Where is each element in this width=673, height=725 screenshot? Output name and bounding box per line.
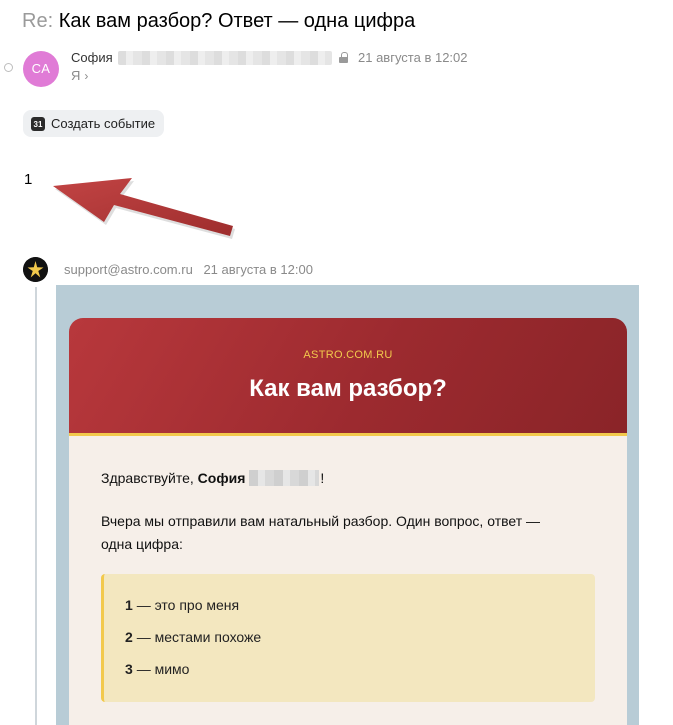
recipient-toggle[interactable]: Я › [71, 68, 88, 83]
quoted-sender[interactable]: support@astro.com.ru 21 августа в 12:00 [64, 262, 313, 277]
option-item: 1 — это про меня [125, 597, 239, 613]
brand-label: ASTRO.COM.RU [303, 349, 393, 361]
create-event-label: Создать событие [51, 116, 156, 131]
email-heading: Как вам разбор? [249, 375, 447, 402]
greeting-name: София [197, 470, 246, 486]
recipient-label: Я [71, 68, 81, 83]
thread-line [35, 287, 37, 725]
option-number: 2 [125, 629, 133, 645]
sender-name[interactable]: София [71, 50, 113, 65]
option-number: 3 [125, 661, 133, 677]
option-text: — это про меня [136, 597, 240, 613]
options-box: 1 — это про меня 2 — местами похоже 3 — … [101, 574, 595, 702]
option-text: — местами похоже [136, 629, 262, 645]
greeting-suffix: ! [320, 470, 325, 486]
greeting: Здравствуйте, София! [101, 470, 324, 486]
email-header-banner: ASTRO.COM.RU Как вам разбор? [69, 318, 627, 436]
annotation-arrow [53, 178, 235, 239]
intro-text: Вчера мы отправили вам натальный разбор.… [101, 513, 541, 552]
email-subject: Re: Как вам разбор? Ответ — одна цифра [22, 8, 415, 34]
greeting-prefix: Здравствуйте, [101, 470, 194, 486]
option-item: 2 — местами похоже [125, 629, 261, 645]
calendar-icon: 31 [31, 116, 45, 131]
subject-title: Как вам разбор? Ответ — одна цифра [58, 10, 416, 32]
redacted-surname [118, 51, 332, 65]
redacted-surname [249, 470, 320, 486]
quoted-date: 21 августа в 12:00 [203, 262, 313, 277]
option-item: 3 — мимо [125, 661, 189, 677]
subject-prefix: Re: [22, 10, 54, 32]
sender-avatar[interactable]: СА [23, 51, 59, 87]
unread-dot-icon[interactable] [4, 63, 13, 72]
email-card-body: Здравствуйте, София! Вчера мы отправили … [69, 436, 627, 725]
create-event-button[interactable]: 31 Создать событие [23, 110, 165, 137]
astro-logo-icon[interactable] [23, 257, 48, 282]
reply-body-text: 1 [24, 171, 33, 188]
reply-date: 21 августа в 12:02 [358, 50, 468, 65]
lock-icon [339, 52, 348, 63]
option-number: 1 [125, 597, 133, 613]
chevron-right-icon: › [84, 69, 89, 83]
option-text: — мимо [136, 661, 190, 677]
quoted-sender-email: support@astro.com.ru [64, 262, 193, 277]
